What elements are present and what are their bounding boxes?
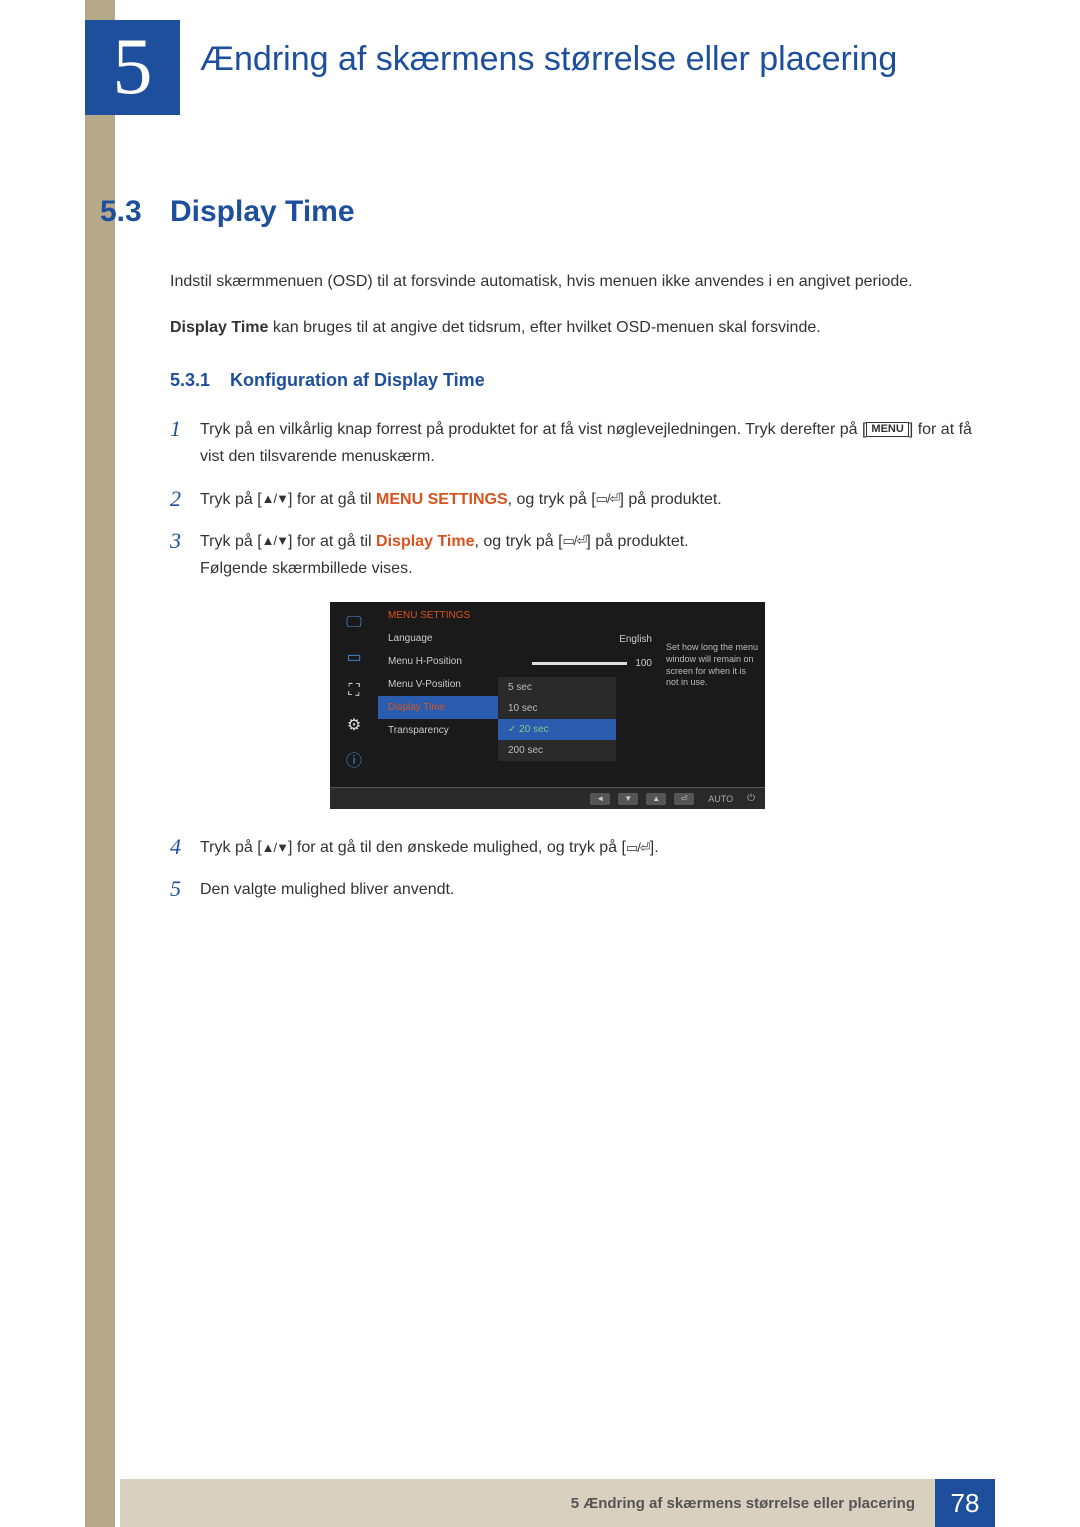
chapter-number-badge: 5 <box>85 20 180 115</box>
step-text-5: Den valgte mulighed bliver anvendt. <box>200 876 980 903</box>
info-icon: ⓘ <box>342 748 366 770</box>
osd-slider <box>532 662 627 665</box>
source-enter-icon: ▭/⏎ <box>563 530 587 552</box>
step-text-3: Tryk på [▲/▼] for at gå til Display Time… <box>200 528 980 582</box>
osd-item-language: Language <box>378 627 498 650</box>
osd-hpos-value: 100 <box>635 658 652 669</box>
monitor-icon: 🖵 <box>342 612 366 634</box>
step-number-4: 4 <box>170 834 200 861</box>
source-enter-icon: ▭/⏎ <box>596 488 620 510</box>
osd-language-value: English <box>619 634 652 645</box>
osd-header: MENU SETTINGS <box>378 602 765 627</box>
osd-sidebar: 🖵 ▭ ⛶ ⚙ ⓘ <box>330 602 378 787</box>
up-down-icon: ▲/▼ <box>262 837 288 859</box>
display-time-label: Display Time <box>170 319 268 336</box>
step-number-5: 5 <box>170 876 200 903</box>
osd-values: English 100 5 sec 10 sec 20 sec 200 sec <box>498 627 660 787</box>
step-number-1: 1 <box>170 416 200 470</box>
down-icon: ▼ <box>618 793 638 805</box>
section-title: Display Time <box>170 195 355 229</box>
step-text-2: Tryk på [▲/▼] for at gå til MENU SETTING… <box>200 486 980 513</box>
osd-option-5sec: 5 sec <box>498 677 616 698</box>
intro-paragraph-2: Display Time kan bruges til at angive de… <box>170 315 980 341</box>
intro-paragraph-1: Indstil skærmmenuen (OSD) til at forsvin… <box>170 269 980 295</box>
section-number: 5.3 <box>100 195 170 229</box>
osd-dropdown: 5 sec 10 sec 20 sec 200 sec <box>498 677 616 761</box>
osd-menu-list: Language Menu H-Position Menu V-Position… <box>378 627 498 787</box>
power-icon: ⏻ <box>747 793 755 804</box>
footer-page-number: 78 <box>935 1479 995 1527</box>
step-text-1: Tryk på en vilkårlig knap forrest på pro… <box>200 416 980 470</box>
osd-option-20sec: 20 sec <box>498 719 616 740</box>
source-enter-icon: ▭/⏎ <box>626 837 650 859</box>
settings-icon: ⚙ <box>342 714 366 736</box>
osd-option-10sec: 10 sec <box>498 698 616 719</box>
osd-footer: ◄ ▼ ▲ ⏎ AUTO ⏻ <box>330 787 765 809</box>
up-down-icon: ▲/▼ <box>262 530 288 552</box>
auto-label: AUTO <box>702 794 739 804</box>
step-number-2: 2 <box>170 486 200 513</box>
page-footer: 5 Ændring af skærmens størrelse eller pl… <box>0 1479 1080 1527</box>
chapter-title: Ændring af skærmens størrelse eller plac… <box>200 40 897 79</box>
menu-button-icon: MENU <box>866 422 908 437</box>
up-down-icon: ▲/▼ <box>262 488 288 510</box>
osd-item-vpos: Menu V-Position <box>378 673 498 696</box>
back-icon: ◄ <box>590 793 610 805</box>
osd-item-displaytime: Display Time <box>378 696 498 719</box>
osd-item-hpos: Menu H-Position <box>378 650 498 673</box>
subsection-title: Konfiguration af Display Time <box>230 370 485 391</box>
step-number-3: 3 <box>170 528 200 582</box>
picture-icon: ▭ <box>342 646 366 668</box>
step-text-4: Tryk på [▲/▼] for at gå til den ønskede … <box>200 834 980 861</box>
subsection-number: 5.3.1 <box>170 370 230 391</box>
enter-icon: ⏎ <box>674 793 694 805</box>
osd-item-transparency: Transparency <box>378 719 498 742</box>
size-icon: ⛶ <box>342 680 366 702</box>
osd-option-200sec: 200 sec <box>498 740 616 761</box>
up-icon: ▲ <box>646 793 666 805</box>
osd-screenshot: 🖵 ▭ ⛶ ⚙ ⓘ MENU SETTINGS Language Menu H-… <box>330 602 765 809</box>
osd-help-text: Set how long the menu window will remain… <box>660 627 765 787</box>
footer-chapter-label: 5 Ændring af skærmens størrelse eller pl… <box>120 1479 935 1527</box>
